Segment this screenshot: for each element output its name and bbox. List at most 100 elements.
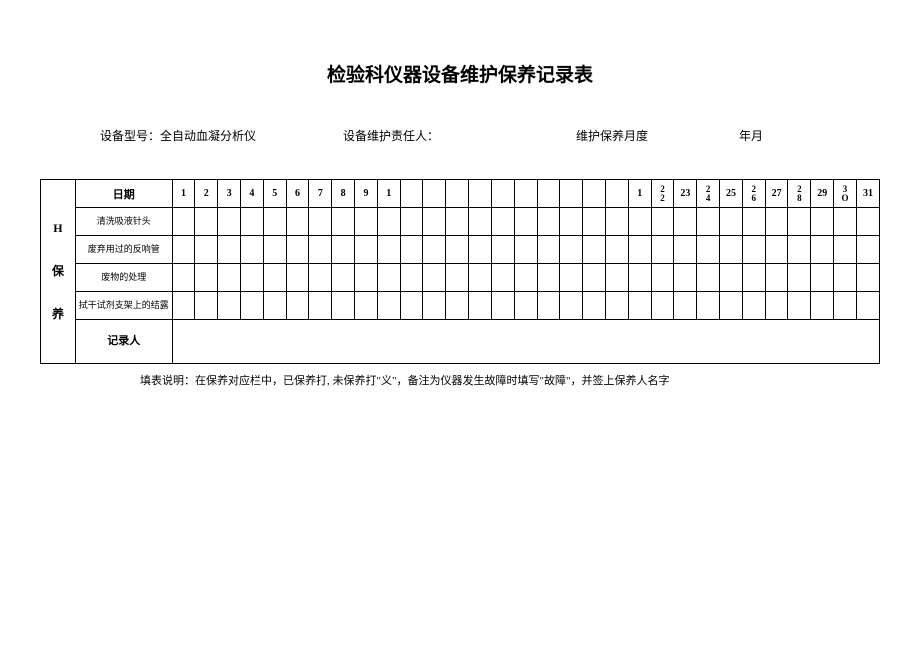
- cell[interactable]: [263, 292, 286, 320]
- cell[interactable]: [605, 236, 628, 264]
- cell[interactable]: [218, 208, 241, 236]
- cell[interactable]: [332, 292, 355, 320]
- cell[interactable]: [491, 208, 514, 236]
- cell[interactable]: [651, 208, 674, 236]
- cell[interactable]: [788, 292, 811, 320]
- cell[interactable]: [811, 208, 834, 236]
- cell[interactable]: [491, 292, 514, 320]
- cell[interactable]: [834, 292, 857, 320]
- cell[interactable]: [309, 292, 332, 320]
- cell[interactable]: [286, 264, 309, 292]
- cell[interactable]: [605, 264, 628, 292]
- cell[interactable]: [377, 236, 400, 264]
- cell[interactable]: [583, 236, 606, 264]
- cell[interactable]: [560, 264, 583, 292]
- cell[interactable]: [332, 264, 355, 292]
- cell[interactable]: [355, 292, 378, 320]
- cell[interactable]: [309, 208, 332, 236]
- cell[interactable]: [834, 264, 857, 292]
- cell[interactable]: [240, 236, 263, 264]
- cell[interactable]: [355, 208, 378, 236]
- cell[interactable]: [628, 236, 651, 264]
- cell[interactable]: [537, 292, 560, 320]
- cell[interactable]: [742, 264, 765, 292]
- cell[interactable]: [446, 208, 469, 236]
- cell[interactable]: [651, 264, 674, 292]
- cell[interactable]: [218, 264, 241, 292]
- cell[interactable]: [377, 208, 400, 236]
- cell[interactable]: [605, 292, 628, 320]
- cell[interactable]: [628, 264, 651, 292]
- cell[interactable]: [674, 264, 697, 292]
- cell[interactable]: [674, 208, 697, 236]
- cell[interactable]: [423, 236, 446, 264]
- cell[interactable]: [834, 236, 857, 264]
- cell[interactable]: [195, 264, 218, 292]
- cell[interactable]: [195, 208, 218, 236]
- cell[interactable]: [856, 236, 879, 264]
- cell[interactable]: [628, 208, 651, 236]
- cell[interactable]: [240, 292, 263, 320]
- cell[interactable]: [240, 208, 263, 236]
- cell[interactable]: [856, 208, 879, 236]
- cell[interactable]: [355, 264, 378, 292]
- cell[interactable]: [514, 236, 537, 264]
- cell[interactable]: [651, 236, 674, 264]
- cell[interactable]: [720, 292, 743, 320]
- cell[interactable]: [856, 264, 879, 292]
- cell[interactable]: [583, 292, 606, 320]
- cell[interactable]: [263, 208, 286, 236]
- cell[interactable]: [332, 208, 355, 236]
- cell[interactable]: [446, 236, 469, 264]
- cell[interactable]: [742, 208, 765, 236]
- cell[interactable]: [811, 292, 834, 320]
- cell[interactable]: [263, 264, 286, 292]
- cell[interactable]: [172, 236, 195, 264]
- cell[interactable]: [423, 208, 446, 236]
- cell[interactable]: [628, 292, 651, 320]
- cell[interactable]: [583, 264, 606, 292]
- cell[interactable]: [446, 264, 469, 292]
- cell[interactable]: [172, 264, 195, 292]
- cell[interactable]: [834, 208, 857, 236]
- cell[interactable]: [332, 236, 355, 264]
- cell[interactable]: [697, 264, 720, 292]
- cell[interactable]: [309, 236, 332, 264]
- cell[interactable]: [400, 208, 423, 236]
- cell[interactable]: [674, 236, 697, 264]
- cell[interactable]: [583, 208, 606, 236]
- cell[interactable]: [172, 208, 195, 236]
- cell[interactable]: [423, 264, 446, 292]
- cell[interactable]: [651, 292, 674, 320]
- cell[interactable]: [172, 292, 195, 320]
- cell[interactable]: [765, 236, 788, 264]
- cell[interactable]: [469, 264, 492, 292]
- cell[interactable]: [811, 236, 834, 264]
- cell[interactable]: [469, 236, 492, 264]
- cell[interactable]: [195, 236, 218, 264]
- cell[interactable]: [400, 236, 423, 264]
- cell[interactable]: [286, 236, 309, 264]
- cell[interactable]: [742, 236, 765, 264]
- cell[interactable]: [218, 236, 241, 264]
- cell[interactable]: [400, 292, 423, 320]
- cell[interactable]: [720, 236, 743, 264]
- cell[interactable]: [765, 292, 788, 320]
- cell[interactable]: [742, 292, 765, 320]
- cell[interactable]: [560, 292, 583, 320]
- cell[interactable]: [469, 292, 492, 320]
- cell[interactable]: [423, 292, 446, 320]
- cell[interactable]: [377, 264, 400, 292]
- cell[interactable]: [537, 208, 560, 236]
- cell[interactable]: [856, 292, 879, 320]
- cell[interactable]: [605, 208, 628, 236]
- cell[interactable]: [514, 208, 537, 236]
- cell[interactable]: [720, 264, 743, 292]
- cell[interactable]: [286, 208, 309, 236]
- cell[interactable]: [537, 264, 560, 292]
- cell[interactable]: [788, 208, 811, 236]
- cell[interactable]: [697, 208, 720, 236]
- cell[interactable]: [195, 292, 218, 320]
- cell[interactable]: [469, 208, 492, 236]
- cell[interactable]: [514, 292, 537, 320]
